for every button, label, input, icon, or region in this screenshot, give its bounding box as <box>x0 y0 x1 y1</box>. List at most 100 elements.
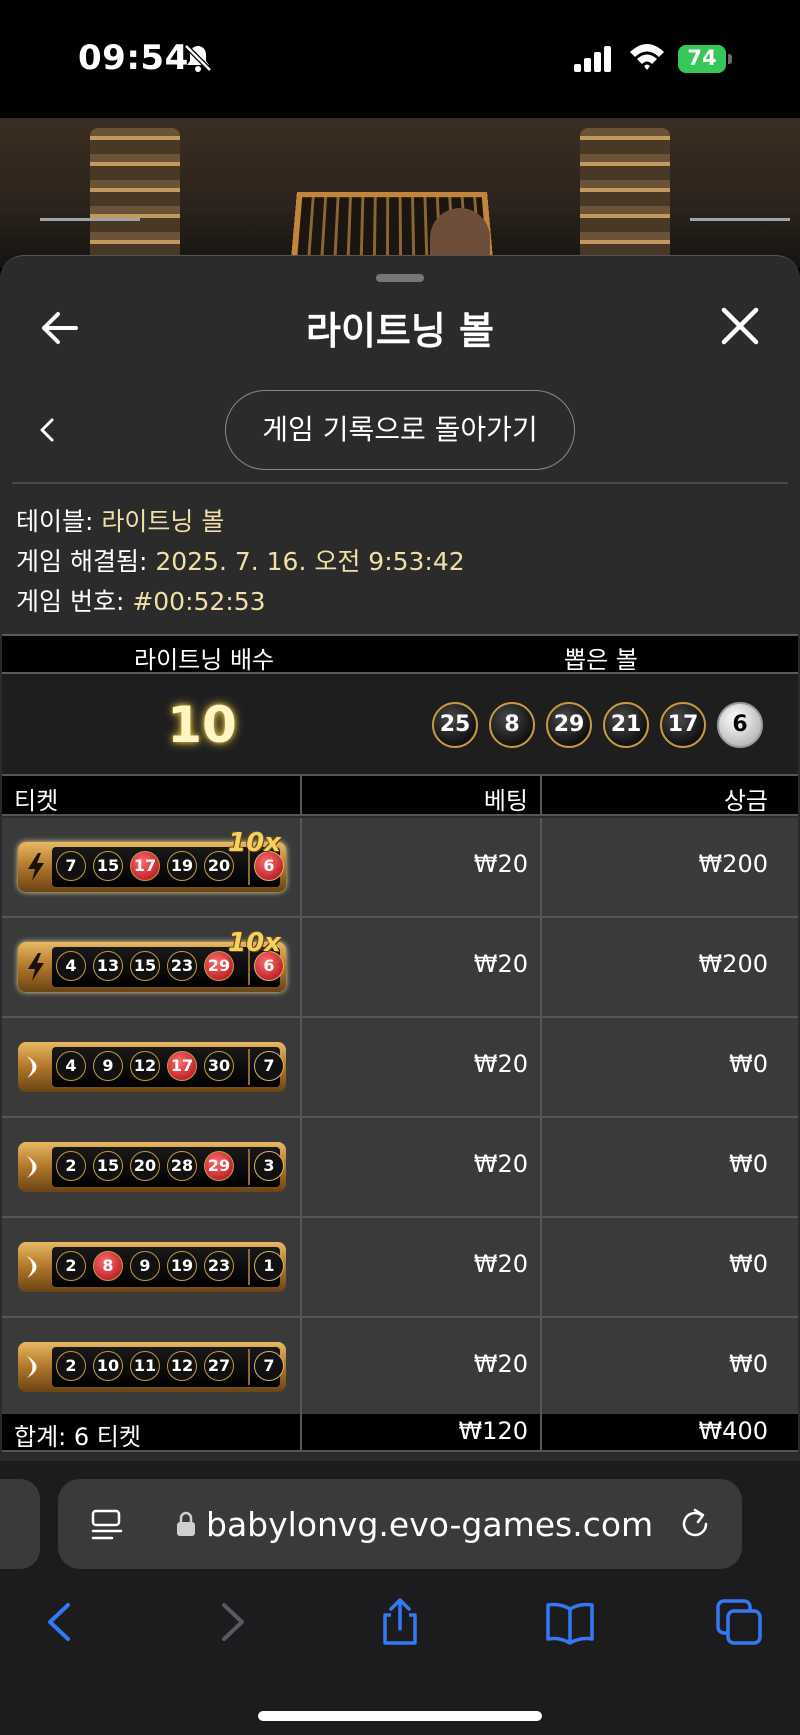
share-icon[interactable] <box>375 1597 425 1647</box>
column-divider <box>540 1118 542 1216</box>
ticket-separator <box>248 1249 250 1285</box>
ticket-ball: 2 <box>56 1151 86 1181</box>
draw-row: 10 25 8 29 21 17 6 <box>2 674 798 776</box>
tabs-icon[interactable] <box>714 1597 764 1647</box>
ticket-row: 2 10 11 12 27 7 ₩20 ₩0 <box>2 1318 798 1418</box>
info-resolved: 게임 해결됨: 2025. 7. 16. 오전 9:53:42 <box>16 542 465 578</box>
back-to-history-button[interactable]: 게임 기록으로 돌아가기 <box>225 390 575 470</box>
total-row: 합계: 6 티켓 ₩120 ₩400 <box>2 1414 798 1452</box>
reload-icon[interactable] <box>678 1507 712 1541</box>
drawn-ball-extra: 6 <box>717 702 763 748</box>
ticket-ball: 28 <box>167 1151 197 1181</box>
ticket-ball: 2 <box>56 1251 86 1281</box>
drawn-ball: 21 <box>603 702 649 748</box>
ticket-prize: ₩200 <box>698 950 768 978</box>
lightning-bolt-icon <box>28 953 44 981</box>
ticket-row: 2 15 20 28 29 3 ₩20 ₩0 <box>2 1118 798 1218</box>
ticket-ball: 9 <box>130 1251 160 1281</box>
ticket-row: 2 8 9 19 23 1 ₩20 ₩0 <box>2 1218 798 1318</box>
battery-cap <box>728 54 732 64</box>
ticket-column-header: 티켓 <box>14 787 59 815</box>
total-prize: ₩400 <box>698 1417 768 1445</box>
info-table-label: 테이블: <box>16 507 102 536</box>
ticket-ball: 20 <box>130 1151 160 1181</box>
ticket-row: 7 15 17 19 20 6 10x ₩20 ₩200 <box>2 818 798 918</box>
ticket-number-strip: 4 9 12 17 30 7 <box>52 1047 284 1087</box>
ticket-extra-ball: 3 <box>254 1151 284 1181</box>
bookmarks-icon[interactable] <box>545 1597 595 1647</box>
previous-tab-preview[interactable] <box>0 1479 40 1569</box>
cellular-signal-icon <box>574 46 611 72</box>
info-table: 테이블: 라이트닝 볼 <box>16 502 224 538</box>
ticket-multiplier-badge: 10x <box>228 928 281 958</box>
info-game-number: 게임 번호: #00:52:53 <box>16 582 266 618</box>
ticket-ball: 7 <box>56 851 86 881</box>
game-history-sheet: 라이트닝 볼 게임 기록으로 돌아가기 테이블: 라이트닝 볼 게임 해결됨: … <box>0 255 800 1461</box>
ticket-bet: ₩20 <box>473 1050 528 1078</box>
ticket-ball: 11 <box>130 1351 160 1381</box>
drawn-balls-header: 뽑은 볼 <box>564 646 638 674</box>
url-text[interactable]: babylonvg.evo-games.com <box>206 1505 653 1544</box>
ticket-ball-hit: 8 <box>93 1251 123 1281</box>
drawn-ball: 25 <box>432 702 478 748</box>
bet-column-header: 베팅 <box>483 787 528 815</box>
close-icon[interactable] <box>718 304 762 348</box>
column-divider <box>300 1118 302 1216</box>
standard-ticket: 2 8 9 19 23 1 <box>18 1242 286 1292</box>
info-game-number-label: 게임 번호: <box>16 587 133 616</box>
multiplier-header: 라이트닝 배수 <box>134 646 275 674</box>
ticket-ball: 10 <box>93 1351 123 1381</box>
ticket-table-header: 티켓 베팅 상금 <box>2 776 798 816</box>
ticket-bet: ₩20 <box>473 1350 528 1378</box>
sheet-grabber[interactable] <box>376 274 424 282</box>
ticket-number-strip: 2 15 20 28 29 3 <box>52 1147 284 1187</box>
column-divider <box>300 1218 302 1316</box>
ticket-separator <box>248 1049 250 1085</box>
ticket-ball: 2 <box>56 1351 86 1381</box>
back-nav-icon[interactable] <box>36 1597 86 1647</box>
chevron-left-icon[interactable] <box>32 408 60 452</box>
lightning-multiplier-value: 10 <box>167 696 237 754</box>
ticket-prize: ₩0 <box>729 1250 768 1278</box>
standard-ticket: 2 10 11 12 27 7 <box>18 1342 286 1392</box>
ticket-separator <box>248 1149 250 1185</box>
panel-title: 라이트닝 볼 <box>305 309 495 353</box>
ticket-separator <box>248 1349 250 1385</box>
info-resolved-value: 2025. 7. 16. 오전 9:53:42 <box>155 547 465 576</box>
ticket-ball: 15 <box>93 1151 123 1181</box>
status-time: 09:54 <box>78 38 189 78</box>
ticket-number-strip: 2 10 11 12 27 7 <box>52 1347 284 1387</box>
ticket-extra-ball: 1 <box>254 1251 284 1281</box>
column-divider <box>300 1414 302 1450</box>
battery-indicator: 74 <box>678 45 732 73</box>
divider <box>12 482 788 484</box>
column-divider <box>300 918 302 1016</box>
info-game-number-value: #00:52:53 <box>132 587 266 616</box>
info-resolved-label: 게임 해결됨: <box>16 547 156 576</box>
ticket-bet: ₩20 <box>473 850 528 878</box>
drawn-ball: 8 <box>489 702 535 748</box>
drawn-ball: 29 <box>546 702 592 748</box>
lightning-ticket: 7 15 17 19 20 6 10x <box>18 828 286 892</box>
ticket-ball: 19 <box>167 1251 197 1281</box>
ticket-bet: ₩20 <box>473 1150 528 1178</box>
column-divider <box>540 918 542 1016</box>
ticket-ball: 15 <box>130 951 160 981</box>
ticket-extra-ball: 7 <box>254 1351 284 1381</box>
info-table-value: 라이트닝 볼 <box>101 507 225 536</box>
ticket-ball: 23 <box>204 1251 234 1281</box>
column-divider <box>300 818 302 916</box>
page-menu-icon[interactable] <box>90 1507 124 1541</box>
total-label: 합계: 6 티켓 <box>14 1423 141 1451</box>
column-divider <box>540 1018 542 1116</box>
forward-nav-icon[interactable] <box>206 1597 256 1647</box>
ticket-ball: 12 <box>130 1051 160 1081</box>
ticket-ball: 15 <box>93 851 123 881</box>
bell-muted-icon <box>184 44 212 72</box>
ball-arrow-icon <box>27 1156 37 1178</box>
lightning-bolt-icon <box>28 853 44 881</box>
standard-ticket: 4 9 12 17 30 7 <box>18 1042 286 1092</box>
ball-arrow-icon <box>27 1256 37 1278</box>
studio-pillar-right <box>580 128 670 268</box>
column-divider <box>540 1318 542 1416</box>
